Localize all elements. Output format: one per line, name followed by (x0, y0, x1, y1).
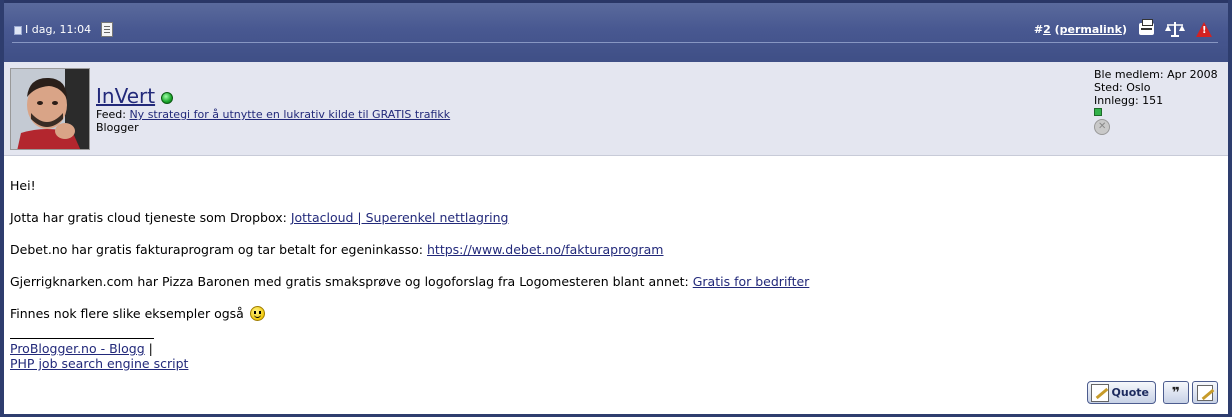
username-row: InVert (96, 84, 174, 108)
gratis-bedrifter-link[interactable]: Gratis for bedrifter (693, 274, 810, 289)
message-line: Debet.no har gratis fakturaprogram og ta… (10, 242, 1160, 258)
message-line: Finnes nok flere slike eksempler også (10, 306, 1160, 322)
signature: ProBlogger.no - Blogg | PHP job search e… (10, 341, 188, 371)
warning-icon[interactable]: ! (1194, 20, 1214, 38)
quote-button[interactable]: Quote (1086, 381, 1156, 404)
post-date: I dag, 11:04 (14, 22, 114, 37)
quick-reply-button[interactable] (1192, 381, 1218, 404)
online-status-icon (161, 92, 174, 104)
post-header: I dag, 11:04 # 2 (permalink) ! (4, 0, 1228, 62)
avatar[interactable] (10, 68, 90, 150)
debet-link[interactable]: https://www.debet.no/fakturaprogram (427, 242, 664, 257)
header-divider (12, 42, 1218, 43)
forum-post: I dag, 11:04 # 2 (permalink) ! InVert Fe… (0, 0, 1232, 417)
post-number-link[interactable]: 2 (1043, 23, 1051, 36)
message-line: Jotta har gratis cloud tjeneste som Drop… (10, 210, 1160, 226)
message-text: Hei! (10, 178, 36, 193)
post-count: Innlegg: 151 (1094, 94, 1164, 107)
feed-label: Feed: (96, 108, 126, 121)
signature-blog-link[interactable]: ProBlogger.no - Blogg (10, 341, 145, 356)
offline-icon (1094, 119, 1110, 135)
jottacloud-link[interactable]: Jottacloud | Superenkel nettlagring (291, 210, 509, 225)
user-location: Sted: Oslo (1094, 81, 1151, 94)
scales-icon[interactable] (1165, 20, 1185, 38)
user-feed: Feed: Ny strategi for å utnytte en lukra… (96, 108, 450, 121)
multiquote-button[interactable]: ❞ (1163, 381, 1189, 404)
multiquote-icon: ❞ (1171, 384, 1181, 401)
user-title: Blogger (96, 121, 139, 134)
permalink-link[interactable]: permalink (1060, 23, 1122, 36)
join-date: Ble medlem: Apr 2008 (1094, 68, 1218, 81)
post-number-prefix: # (1033, 22, 1044, 36)
message-line: Hei! (10, 178, 1160, 194)
message-text: Gjerrigknarken.com har Pizza Baronen med… (10, 274, 693, 289)
message-text: Jotta har gratis cloud tjeneste som Drop… (10, 210, 291, 225)
quote-button-label: Quote (1111, 386, 1149, 399)
paren-open: ( (1050, 22, 1060, 36)
printer-icon[interactable] (1136, 19, 1156, 38)
post-actions: Quote ❞ (1086, 381, 1218, 404)
paren-close: ) (1121, 22, 1127, 36)
quote-icon (1090, 383, 1109, 402)
message-text: Finnes nok flere slike eksempler også (10, 306, 248, 321)
signature-separator: | (144, 341, 153, 356)
signature-divider (10, 338, 154, 339)
quick-reply-icon (1197, 384, 1213, 401)
document-icon[interactable] (101, 22, 114, 37)
signature-script-link[interactable]: PHP job search engine script (10, 356, 188, 371)
post-tools: # 2 (permalink) ! (1033, 19, 1214, 38)
feed-link[interactable]: Ny strategi for å utnytte en lukrativ ki… (129, 108, 450, 121)
message-text: Debet.no har gratis fakturaprogram og ta… (10, 242, 427, 257)
user-stats: Ble medlem: Apr 2008 Sted: Oslo Innlegg:… (1094, 68, 1218, 135)
post-date-text: I dag, 11:04 (25, 23, 92, 36)
smiley-icon (249, 306, 265, 321)
user-info-bar: InVert Feed: Ny strategi for å utnytte e… (4, 62, 1228, 156)
post-icon (14, 26, 22, 35)
reputation-icon[interactable] (1094, 108, 1102, 116)
post-message: Hei! Jotta har gratis cloud tjeneste som… (10, 178, 1160, 338)
username-link[interactable]: InVert (96, 84, 155, 108)
message-line: Gjerrigknarken.com har Pizza Baronen med… (10, 274, 1160, 290)
